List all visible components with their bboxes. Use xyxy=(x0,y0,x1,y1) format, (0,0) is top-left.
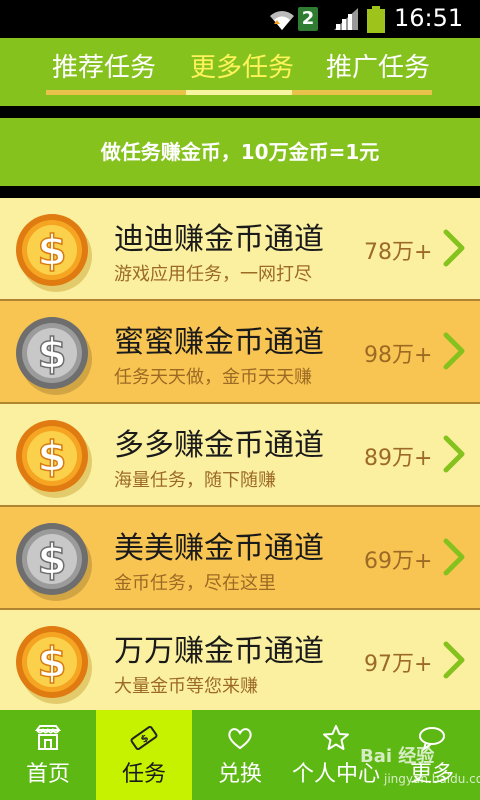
channel-list: $ 迪迪赚金币通道 游戏应用任务，一网打尽 78万+ $ 蜜蜜赚金币通道 任务天… xyxy=(0,198,480,713)
tab-underline xyxy=(46,90,186,95)
channel-count: 78万+ xyxy=(364,240,433,265)
channel-title: 多多赚金币通道 xyxy=(114,428,324,463)
gold-coin-icon: $ xyxy=(16,626,92,704)
chevron-right-icon[interactable] xyxy=(440,640,468,680)
notification-badge: 2 xyxy=(298,7,318,31)
list-item[interactable]: $ 多多赚金币通道 海量任务，随下随赚 89万+ xyxy=(0,404,480,507)
list-item[interactable]: $ 万万赚金币通道 大量金币等您来赚 97万+ xyxy=(0,610,480,713)
svg-text:$: $ xyxy=(37,638,66,687)
gold-coin-icon: $ xyxy=(16,214,92,292)
list-item[interactable]: $ 蜜蜜赚金币通道 任务天天做，金币天天赚 98万+ xyxy=(0,301,480,404)
svg-text:$: $ xyxy=(37,226,66,275)
svg-text:$: $ xyxy=(139,733,151,746)
chevron-right-icon[interactable] xyxy=(440,537,468,577)
wifi-icon xyxy=(270,11,294,30)
channel-count: 89万+ xyxy=(364,446,433,471)
signal-strength-icon xyxy=(334,8,358,30)
clock: 16:51 xyxy=(394,4,464,32)
nav-exchange[interactable]: 兑换 xyxy=(192,710,288,800)
tab-more-tasks[interactable]: 更多任务 xyxy=(184,50,300,94)
info-banner: 做任务赚金币，10万金币=1元 xyxy=(0,118,480,186)
tab-promotion-tasks[interactable]: 推广任务 xyxy=(320,50,436,94)
divider xyxy=(0,186,480,198)
battery-icon xyxy=(367,6,385,33)
svg-text:$: $ xyxy=(37,329,66,378)
chevron-right-icon[interactable] xyxy=(440,228,468,268)
channel-subtitle: 金币任务，尽在这里 xyxy=(114,573,276,594)
task-tabs: 推荐任务 更多任务 推广任务 xyxy=(0,38,480,106)
channel-subtitle: 任务天天做，金币天天赚 xyxy=(114,367,312,388)
chevron-right-icon[interactable] xyxy=(440,331,468,371)
nav-label: 首页 xyxy=(25,762,70,787)
silver-coin-icon: $ xyxy=(16,523,92,601)
nav-home[interactable]: 首页 xyxy=(0,710,96,800)
silver-coin-icon: $ xyxy=(16,317,92,395)
channel-title: 美美赚金币通道 xyxy=(114,531,324,566)
svg-text:$: $ xyxy=(37,535,66,584)
svg-text:$: $ xyxy=(37,432,66,481)
channel-count: 69万+ xyxy=(364,549,433,574)
channel-count: 98万+ xyxy=(364,343,433,368)
divider xyxy=(0,106,480,118)
watermark-url: jingyan.baidu.com xyxy=(384,772,480,786)
channel-subtitle: 海量任务，随下随赚 xyxy=(114,470,276,491)
status-bar: 2 16:51 xyxy=(0,0,480,38)
chevron-right-icon[interactable] xyxy=(440,434,468,474)
channel-title: 万万赚金币通道 xyxy=(114,634,324,669)
nav-tasks[interactable]: $ 任务 xyxy=(96,710,192,800)
task-ticket-icon: $ xyxy=(130,725,158,751)
nav-label: 任务 xyxy=(121,762,166,787)
channel-count: 97万+ xyxy=(364,652,433,677)
nav-label: 兑换 xyxy=(217,762,262,787)
channel-title: 蜜蜜赚金币通道 xyxy=(114,325,324,360)
watermark-main: Bai 经验 xyxy=(360,746,435,767)
heart-icon xyxy=(228,728,252,750)
store-icon xyxy=(35,725,61,750)
channel-title: 迪迪赚金币通道 xyxy=(114,222,324,257)
list-item[interactable]: $ 美美赚金币通道 金币任务，尽在这里 69万+ xyxy=(0,507,480,610)
list-item[interactable]: $ 迪迪赚金币通道 游戏应用任务，一网打尽 78万+ xyxy=(0,198,480,301)
tab-recommended-tasks[interactable]: 推荐任务 xyxy=(46,50,162,94)
watermark: Bai 经验 jingyan.baidu.com xyxy=(360,742,480,794)
tab-underline xyxy=(292,90,432,95)
active-tab-indicator xyxy=(186,90,292,95)
channel-subtitle: 大量金币等您来赚 xyxy=(114,676,258,697)
channel-subtitle: 游戏应用任务，一网打尽 xyxy=(114,264,312,285)
gold-coin-icon: $ xyxy=(16,420,92,498)
star-icon xyxy=(323,725,349,750)
